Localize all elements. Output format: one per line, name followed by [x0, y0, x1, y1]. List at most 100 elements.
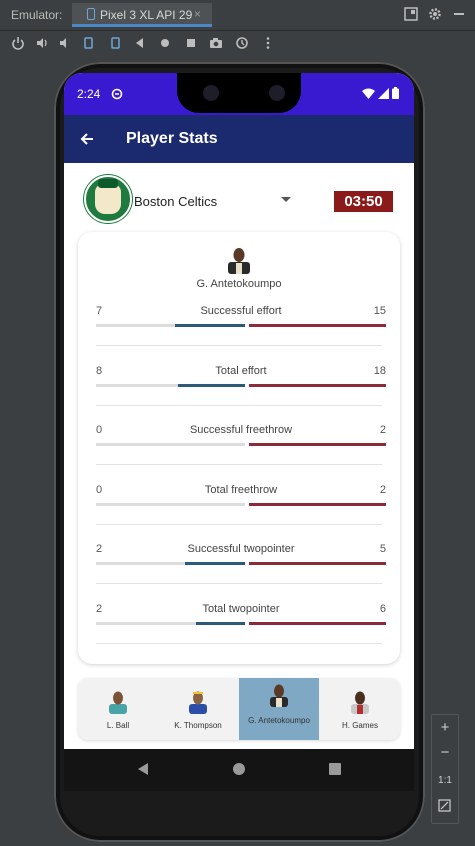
nav-home-icon[interactable]: [232, 762, 246, 776]
stat-right-bar: [249, 562, 386, 565]
stat-right-value: 18: [373, 364, 386, 377]
stat-label: Successful effort: [200, 305, 282, 317]
stat-row: 7 Successful effort 15: [96, 305, 386, 365]
signal-icon: [378, 88, 389, 99]
overview-icon[interactable]: [184, 36, 198, 50]
back-icon[interactable]: [133, 36, 147, 50]
game-timer: 03:50: [334, 191, 393, 212]
wifi-icon: [362, 88, 375, 99]
roster-player-name: K. Thompson: [174, 721, 222, 730]
stat-right-bar: [249, 621, 386, 625]
roster-player-h-games[interactable]: H. Games: [320, 678, 400, 740]
stat-row: 0 Successful freethrow 2: [96, 424, 386, 484]
player-stats-card: G. Antetokoumpo 7 Successful effort 15 8 Tot…: [78, 232, 400, 664]
emulator-toolbar: [0, 31, 475, 57]
stat-label: Total freethrow: [204, 483, 278, 496]
stat-label: Successful twopointer: [187, 543, 295, 555]
zoom-out-button[interactable]: −: [432, 744, 458, 761]
team-selector-row: Boston Celtics 03:50: [64, 173, 414, 229]
volume-down-icon[interactable]: [58, 36, 72, 50]
nav-overview-icon[interactable]: [328, 762, 342, 776]
app-bar: Player Stats: [64, 115, 414, 163]
player-avatar: [189, 691, 207, 714]
stat-right-value: 15: [373, 305, 386, 317]
stat-divider: [96, 642, 382, 644]
roster-player-name: L. Ball: [106, 721, 130, 730]
stat-divider: [96, 404, 382, 406]
front-camera-left: [203, 85, 219, 101]
stat-divider: [96, 464, 382, 465]
phone-icon: [87, 8, 95, 20]
window-mode-icon[interactable]: [404, 7, 418, 21]
chevron-down-icon[interactable]: [281, 197, 291, 202]
phone-screen: 2:24 Player Stats Boston Celtics 03:50 G…: [64, 73, 414, 791]
stat-left-bar: [96, 562, 245, 565]
minimize-icon[interactable]: [452, 7, 466, 21]
stat-right-fill: [249, 383, 386, 387]
stat-row: 0 Total freethrow 2: [96, 484, 386, 544]
close-tab-icon[interactable]: ×: [194, 7, 201, 21]
settings-gear-icon[interactable]: [428, 7, 442, 21]
stat-right-value: 6: [379, 602, 386, 615]
stat-right-fill: [249, 562, 386, 565]
actual-size-button[interactable]: 1:1: [432, 775, 458, 786]
stat-right-value: 2: [379, 483, 386, 496]
zoom-in-button[interactable]: +: [432, 719, 458, 736]
roster-player-k-thompson[interactable]: K. Thompson: [158, 678, 238, 740]
roster-player-g-antetokoumpo[interactable]: G. Antetokoumpo: [239, 678, 319, 740]
rotate-right-icon[interactable]: [108, 36, 122, 50]
player-roster: L. Ball K. Thompson G. Antetokoumpo H. G…: [78, 678, 400, 740]
stat-left-fill: [185, 562, 245, 565]
status-time: 2:24: [77, 87, 101, 101]
stat-right-fill: [249, 324, 386, 327]
device-tab[interactable]: Pixel 3 XL API 29 ×: [72, 3, 212, 27]
front-camera-right: [269, 85, 285, 101]
stat-left-bar: [96, 443, 245, 446]
stat-left-bar: [96, 502, 245, 506]
roster-player-name: G. Antetokoumpo: [248, 716, 310, 725]
stat-label: Total effort: [215, 364, 267, 377]
stat-row: 8 Total effort 18: [96, 365, 386, 425]
emulator-zoom-controls: + − 1:1: [431, 714, 459, 824]
stat-left-fill: [177, 383, 245, 387]
emulator-titlebar: Emulator: Pixel 3 XL API 29 ×: [0, 0, 475, 31]
battery-icon: [392, 87, 399, 99]
player-avatar: [109, 691, 127, 714]
stat-right-value: 5: [379, 543, 386, 555]
stat-label: Total twopointer: [202, 602, 280, 615]
stat-left-bar: [96, 621, 245, 625]
roster-player-l-ball[interactable]: L. Ball: [78, 678, 158, 740]
sync-icon: [111, 88, 123, 100]
stat-divider: [96, 583, 382, 584]
device-tab-title: Pixel 3 XL API 29: [100, 8, 193, 22]
volume-up-icon[interactable]: [35, 36, 49, 50]
emulator-label: Emulator:: [11, 8, 63, 22]
snapshot-icon[interactable]: [235, 36, 249, 50]
fit-screen-icon[interactable]: [438, 799, 451, 812]
nav-back-icon[interactable]: [136, 762, 150, 776]
player-avatar: [228, 248, 250, 274]
team-name[interactable]: Boston Celtics: [134, 194, 217, 209]
stat-left-fill: [195, 621, 245, 625]
stat-right-fill: [249, 621, 386, 625]
power-icon[interactable]: [11, 36, 25, 50]
stat-right-fill: [249, 502, 386, 506]
stat-right-bar: [249, 383, 386, 387]
player-name: G. Antetokoumpo: [196, 278, 282, 290]
stat-right-fill: [249, 443, 386, 446]
stat-label: Successful freethrow: [189, 424, 293, 436]
page-title: Player Stats: [126, 130, 218, 147]
more-options-icon[interactable]: [261, 36, 275, 50]
stat-left-fill: [174, 324, 245, 327]
roster-player-name: H. Games: [341, 721, 378, 730]
home-icon[interactable]: [158, 36, 172, 50]
stat-divider: [96, 345, 382, 346]
stat-row: 2 Total twopointer 6: [96, 603, 386, 663]
back-arrow-icon[interactable]: [79, 131, 95, 147]
player-avatar: [270, 684, 288, 707]
rotate-left-icon[interactable]: [82, 36, 96, 50]
stat-row: 2 Successful twopointer 5: [96, 543, 386, 603]
android-nav-bar: [64, 749, 414, 791]
stat-left-bar: [96, 324, 245, 327]
camera-icon[interactable]: [209, 36, 223, 50]
